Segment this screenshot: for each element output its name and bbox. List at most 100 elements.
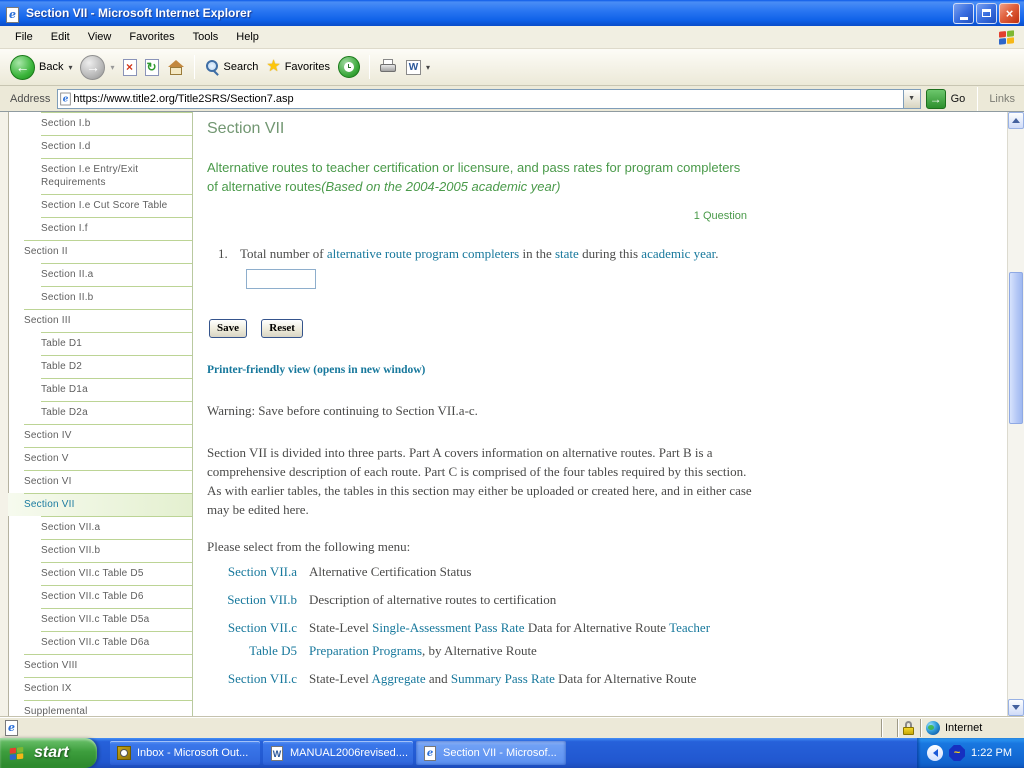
menu-item[interactable]: View: [79, 28, 121, 46]
word-dropdown-icon[interactable]: ▾: [426, 63, 430, 72]
sidebar-item[interactable]: Section VII.c Table D6: [8, 585, 192, 608]
page-content: Section VII Alternative routes to teache…: [193, 112, 1007, 716]
address-input[interactable]: [73, 90, 903, 107]
forward-dropdown-icon[interactable]: ▾: [110, 63, 114, 72]
address-dropdown-icon[interactable]: ▼: [902, 89, 920, 108]
section-link-line1[interactable]: Section VII.c: [207, 616, 297, 639]
menu-item[interactable]: Tools: [184, 28, 228, 46]
text-segment: Alternative Certification Status: [309, 564, 472, 579]
inline-link[interactable]: alternative route program completers: [327, 246, 519, 261]
sidebar-item[interactable]: Section I.e Entry/Exit Requirements: [8, 158, 192, 194]
start-button[interactable]: start: [0, 738, 97, 768]
sidebar-item[interactable]: Section II: [8, 240, 192, 263]
sidebar-item[interactable]: Section II.a: [8, 263, 192, 286]
favorites-button[interactable]: ★ Favorites: [262, 57, 334, 77]
save-button[interactable]: Save: [209, 319, 247, 338]
section-link[interactable]: Section VII.c Table D5: [207, 616, 297, 662]
sidebar-item[interactable]: Section VI: [8, 470, 192, 493]
stop-button[interactable]: ×: [119, 57, 141, 78]
menu-item[interactable]: Favorites: [120, 28, 183, 46]
taskbar-item-outlook[interactable]: Inbox - Microsoft Out...: [110, 741, 260, 765]
forward-button[interactable]: → ▾: [76, 53, 118, 82]
back-button[interactable]: ← Back ▾: [6, 53, 76, 82]
inline-link[interactable]: Summary Pass Rate: [451, 671, 555, 686]
page-viewport: Section I.b Section I.d Section I.e Entr…: [0, 112, 1024, 716]
sidebar-item[interactable]: Section I.f: [8, 217, 192, 240]
sidebar-item[interactable]: Table D1a: [8, 378, 192, 401]
go-button[interactable]: →: [925, 88, 946, 109]
sidebar-item[interactable]: Section I.b: [8, 112, 192, 135]
inline-link[interactable]: Aggregate: [371, 671, 425, 686]
task-buttons: Inbox - Microsoft Out... W MANUAL2006rev…: [110, 738, 566, 768]
sidebar-item[interactable]: Section IV: [8, 424, 192, 447]
scroll-down-button[interactable]: [1008, 699, 1024, 716]
sidebar-item[interactable]: Section VII.c Table D6a: [8, 631, 192, 654]
sidebar-item[interactable]: Section VII.a: [8, 516, 192, 539]
scrollbar-thumb[interactable]: [1009, 272, 1023, 424]
warning-text: Warning: Save before continuing to Secti…: [207, 403, 478, 418]
sidebar-item[interactable]: Section VIII: [8, 654, 192, 677]
restore-button[interactable]: [976, 2, 997, 24]
edit-with-word-button[interactable]: W ▾: [402, 58, 434, 77]
section-link[interactable]: Section VII.c: [207, 667, 297, 690]
title-bar: e Section VII - Microsoft Internet Explo…: [0, 0, 1024, 26]
tray-collapse-chevron-icon[interactable]: [927, 745, 944, 761]
minimize-button[interactable]: [953, 2, 974, 24]
menu-item[interactable]: Edit: [42, 28, 79, 46]
home-button[interactable]: [163, 57, 189, 78]
sidebar-item[interactable]: Section II.b: [8, 286, 192, 309]
menu-row-desc: Description of alternative routes to cer…: [309, 588, 746, 611]
sidebar-item-label: Supplemental: [24, 706, 88, 716]
sidebar-item[interactable]: Table D1: [8, 332, 192, 355]
status-left: e: [0, 719, 881, 736]
sidebar-item[interactable]: Section V: [8, 447, 192, 470]
links-label[interactable]: Links: [989, 93, 1015, 105]
question-1-input[interactable]: [246, 269, 316, 289]
sidebar-item[interactable]: Table D2: [8, 355, 192, 378]
menu-item[interactable]: Help: [227, 28, 268, 46]
refresh-button[interactable]: ↻: [141, 57, 163, 78]
window-title: Section VII - Microsoft Internet Explore…: [26, 6, 252, 20]
search-button[interactable]: Search: [200, 57, 263, 77]
inline-link[interactable]: academic year: [641, 246, 715, 261]
sidebar-item[interactable]: Supplemental: [8, 700, 192, 716]
network-activity-icon[interactable]: ~: [949, 745, 966, 761]
section-link[interactable]: Section VII.b: [207, 588, 297, 611]
sidebar-item[interactable]: Section I.e Cut Score Table: [8, 194, 192, 217]
section-link-line2[interactable]: Table D5: [207, 639, 297, 662]
sidebar-item[interactable]: Section VII.b: [8, 539, 192, 562]
inline-link[interactable]: Single-Assessment Pass Rate: [372, 620, 524, 635]
reset-button[interactable]: Reset: [261, 319, 303, 338]
printer-friendly-link[interactable]: Printer-friendly view (opens in new wind…: [207, 364, 1007, 376]
refresh-icon: ↻: [144, 58, 159, 76]
question-1: 1. Total number of alternative route pro…: [207, 244, 722, 289]
sidebar-item-label: Section VII.c Table D6a: [41, 637, 150, 648]
history-button[interactable]: [334, 54, 364, 80]
go-label[interactable]: Go: [951, 93, 966, 105]
question-number: 1.: [218, 246, 228, 261]
sidebar-item[interactable]: Section VII.c Table D5: [8, 562, 192, 585]
inline-link[interactable]: state: [555, 246, 579, 261]
toolbar: ← Back ▾ → ▾ × ↻ Search ★ Favorites W ▾: [0, 49, 1024, 86]
sidebar-item[interactable]: Section IX: [8, 677, 192, 700]
sidebar-item[interactable]: Section I.d: [8, 135, 192, 158]
menu-item[interactable]: File: [6, 28, 42, 46]
taskbar-item-word[interactable]: W MANUAL2006revised....: [263, 741, 413, 765]
sidebar-item[interactable]: Section VII: [8, 493, 192, 516]
back-dropdown-icon[interactable]: ▾: [68, 63, 72, 72]
ie-page-icon: e: [6, 5, 22, 23]
sidebar-item[interactable]: Section VII.c Table D5a: [8, 608, 192, 631]
address-separator: [977, 86, 979, 111]
close-button[interactable]: ×: [999, 2, 1020, 24]
page-title: Section VII: [207, 120, 285, 137]
text-segment: , by Alternative Route: [422, 643, 537, 658]
taskbar-item-ie-active[interactable]: e Section VII - Microsof...: [416, 741, 566, 765]
sidebar-item-label: Section II.b: [41, 292, 94, 303]
section-link[interactable]: Section VII.a: [207, 560, 297, 583]
scroll-up-button[interactable]: [1008, 112, 1024, 129]
sidebar-item[interactable]: Section III: [8, 309, 192, 332]
sidebar-item[interactable]: Table D2a: [8, 401, 192, 424]
section-subtitle: Alternative routes to teacher certificat…: [207, 158, 742, 196]
vertical-scrollbar: [1007, 112, 1024, 716]
print-button[interactable]: [375, 57, 402, 77]
